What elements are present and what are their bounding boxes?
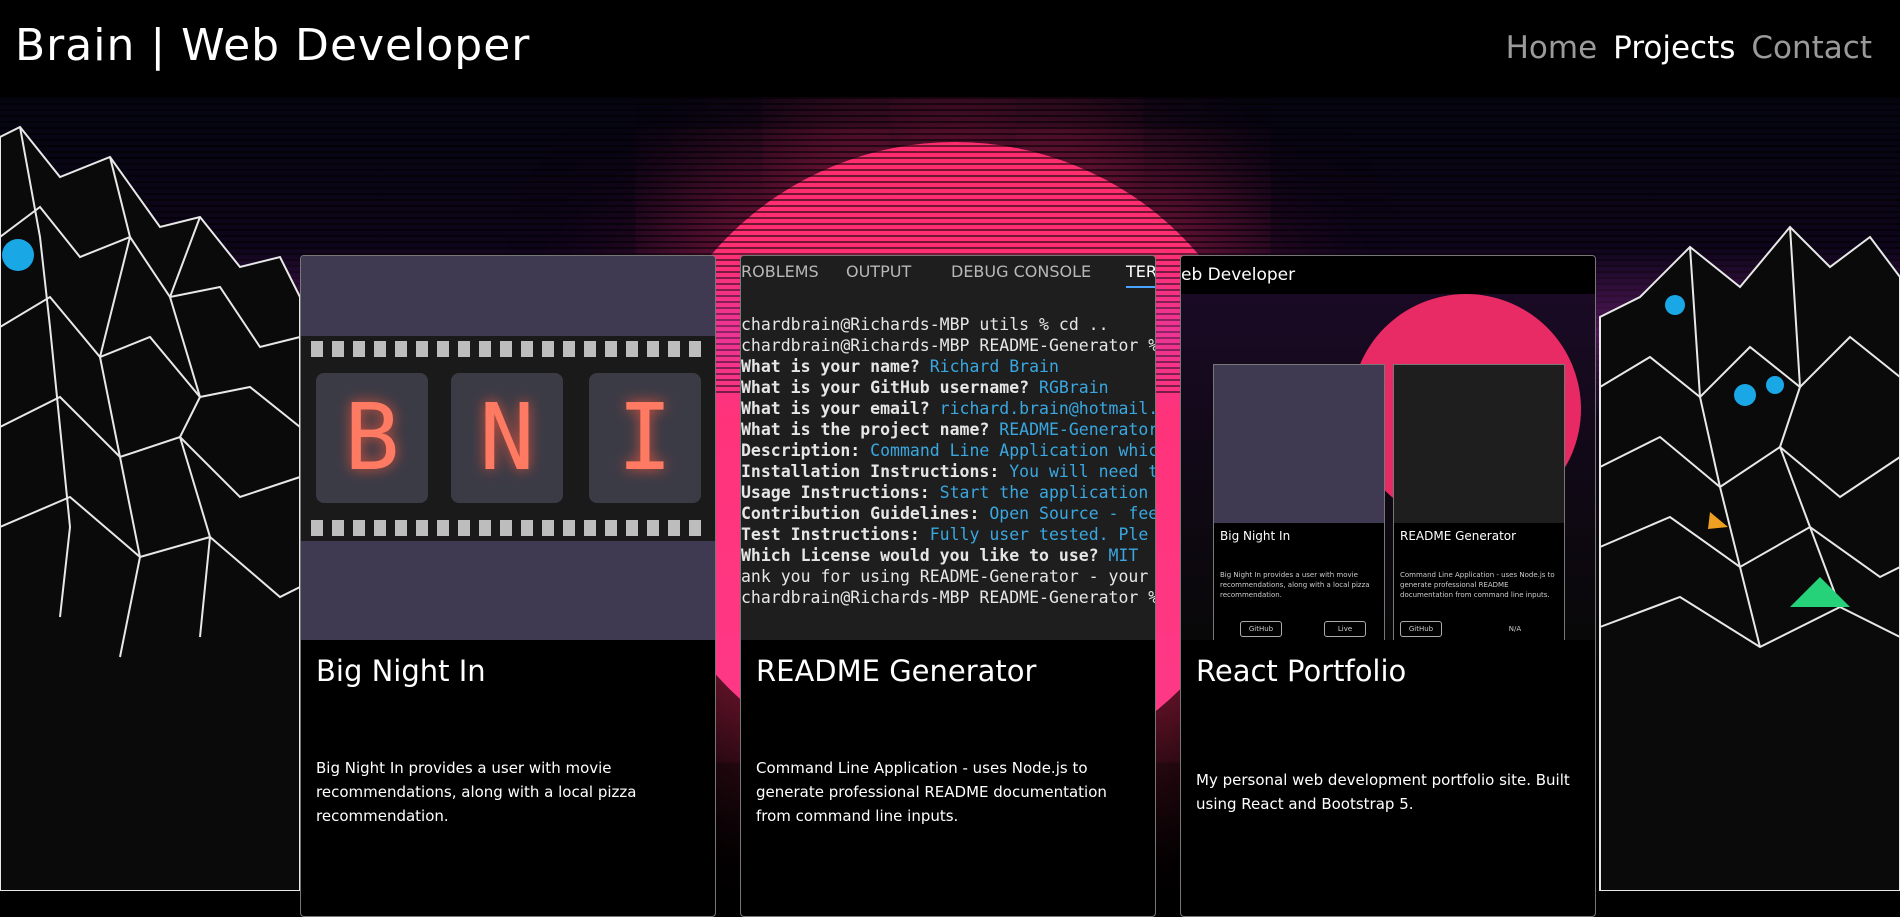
projects-grid: B N I Big Night In Big Night In provides…	[300, 255, 1596, 917]
preview-card-button: N/A	[1508, 625, 1522, 633]
terminal-tab: ROBLEMS	[741, 262, 819, 281]
terminal-tab-underline	[1126, 286, 1155, 288]
terminal-output: chardbrain@Richards-MBP utils % cd .. cha…	[741, 314, 1155, 608]
preview-card-button: Live	[1324, 621, 1366, 637]
big-night-in-image: B N I	[301, 256, 715, 640]
film-frame-letter: B	[316, 373, 428, 503]
terminal-answer: Fully user tested. Ple	[919, 525, 1149, 544]
terminal-answer: richard.brain@hotmail.	[929, 399, 1155, 418]
preview-header: eb Developer	[1181, 265, 1296, 285]
preview-card: README Generator Command Line Applicatio…	[1393, 364, 1565, 640]
terminal-line: What is your email? richard.brain@hotmai…	[741, 398, 1155, 419]
terminal-prompt: Usage Instructions:	[741, 483, 930, 502]
card-title: README Generator	[756, 654, 1037, 688]
preview-card-title: Big Night In	[1220, 529, 1291, 543]
terminal-tab: TER	[1126, 262, 1155, 281]
preview-card-title: README Generator	[1400, 529, 1517, 543]
terminal-line: What is your GitHub username? RGBrain	[741, 377, 1155, 398]
terminal-line: Description: Command Line Application wh…	[741, 440, 1155, 461]
terminal-prompt: ank you for using README-Generator - you…	[741, 567, 1149, 586]
terminal-line: chardbrain@Richards-MBP utils % cd ..	[741, 314, 1155, 335]
terminal-tab: OUTPUT	[846, 262, 912, 281]
terminal-line: Test Instructions: Fully user tested. Pl…	[741, 524, 1155, 545]
project-card-react-portfolio[interactable]: eb Developer Big Night In Big Night In p…	[1180, 255, 1596, 917]
terminal-line: What is your name? Richard Brain	[741, 356, 1155, 377]
terminal-answer: Open Source - fee	[979, 504, 1155, 523]
terminal-line: What is the project name? README-Generat…	[741, 419, 1155, 440]
terminal-prompt: Installation Instructions:	[741, 462, 1000, 481]
readme-generator-image: ROBLEMS OUTPUT DEBUG CONSOLE TER chardbr…	[741, 256, 1155, 640]
film-frame-letter: N	[451, 373, 563, 503]
terminal-line: Usage Instructions: Start the applicatio…	[741, 482, 1155, 503]
terminal-line: chardbrain@Richards-MBP README-Generator…	[741, 335, 1155, 356]
preview-card: Big Night In Big Night In provides a use…	[1213, 364, 1385, 640]
terminal-answer: You will need t	[999, 462, 1155, 481]
terminal-line: Installation Instructions: You will need…	[741, 461, 1155, 482]
film-strip: B N I	[301, 336, 715, 541]
film-frame-letter: I	[589, 373, 701, 503]
nav-links: Home Projects Contact	[1506, 30, 1872, 66]
terminal-line: Which License would you like to use? MIT	[741, 545, 1155, 566]
terminal-prompt: Test Instructions:	[741, 525, 920, 544]
card-title: React Portfolio	[1196, 654, 1407, 688]
react-portfolio-image: eb Developer Big Night In Big Night In p…	[1181, 256, 1595, 640]
terminal-answer: Start the application	[929, 483, 1149, 502]
terminal-prompt: Which License would you like to use?	[741, 546, 1099, 565]
terminal-prompt: What is your GitHub username?	[741, 378, 1030, 397]
film-holes-top	[301, 341, 715, 357]
terminal-tabs: ROBLEMS OUTPUT DEBUG CONSOLE TER	[741, 256, 1155, 291]
terminal-prompt: Contribution Guidelines:	[741, 504, 980, 523]
terminal-answer: RGBrain	[1029, 378, 1109, 397]
terminal-line: Contribution Guidelines: Open Source - f…	[741, 503, 1155, 524]
terminal-answer: Richard Brain	[919, 357, 1059, 376]
terminal-answer: Command Line Application whic	[860, 441, 1155, 460]
terminal-prompt: chardbrain@Richards-MBP README-Generator…	[741, 588, 1155, 607]
terminal-prompt: Description:	[741, 441, 861, 460]
terminal-prompt: chardbrain@Richards-MBP README-Generator…	[741, 336, 1155, 355]
preview-card-text: Big Night In provides a user with movie …	[1220, 571, 1370, 599]
preview-card-button: GitHub	[1240, 621, 1282, 637]
navbar: Brain | Web Developer Home Projects Cont…	[0, 0, 1900, 97]
terminal-prompt: What is your email?	[741, 399, 930, 418]
terminal-line: ank you for using README-Generator - you…	[741, 566, 1155, 587]
card-description: Command Line Application - uses Node.js …	[756, 759, 1107, 825]
terminal-answer: README-Generator	[989, 420, 1155, 439]
preview-card-image	[1214, 365, 1384, 523]
terminal-line: chardbrain@Richards-MBP README-Generator…	[741, 587, 1155, 608]
nav-link-projects[interactable]: Projects	[1613, 30, 1735, 66]
terminal-prompt: chardbrain@Richards-MBP utils % cd ..	[741, 315, 1109, 334]
terminal-prompt: What is your name?	[741, 357, 920, 376]
terminal-prompt: What is the project name?	[741, 420, 990, 439]
brand-title[interactable]: Brain | Web Developer	[15, 20, 530, 71]
terminal-tab: DEBUG CONSOLE	[951, 262, 1092, 281]
card-title: Big Night In	[316, 654, 486, 688]
project-card-readme-generator[interactable]: ROBLEMS OUTPUT DEBUG CONSOLE TER chardbr…	[740, 255, 1156, 917]
preview-card-text: Command Line Application - uses Node.js …	[1400, 571, 1555, 599]
nav-link-contact[interactable]: Contact	[1751, 30, 1872, 66]
nav-link-home[interactable]: Home	[1506, 30, 1598, 66]
film-holes-bottom	[301, 520, 715, 536]
card-description: Big Night In provides a user with movie …	[316, 759, 637, 825]
card-description: My personal web development portfolio si…	[1196, 771, 1570, 813]
project-card-big-night-in[interactable]: B N I Big Night In Big Night In provides…	[300, 255, 716, 917]
terminal-answer: MIT	[1098, 546, 1139, 565]
preview-card-button: GitHub	[1400, 621, 1442, 637]
preview-card-image	[1394, 365, 1564, 523]
